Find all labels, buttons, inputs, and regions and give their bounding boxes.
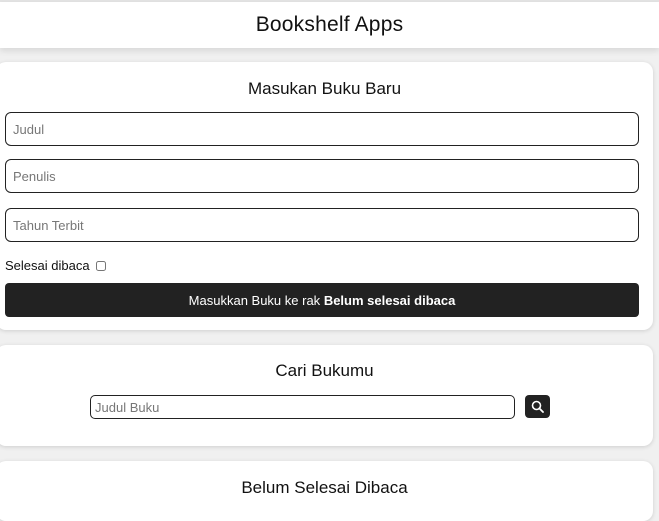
unread-shelf-title: Belum Selesai Dibaca bbox=[241, 478, 408, 497]
submit-book-button[interactable]: Masukkan Buku ke rak Belum selesai dibac… bbox=[5, 283, 639, 317]
author-input[interactable] bbox=[5, 159, 639, 193]
complete-checkbox[interactable] bbox=[95, 260, 106, 271]
search-input[interactable] bbox=[90, 395, 515, 419]
year-input[interactable] bbox=[5, 208, 639, 242]
search-title: Cari Bukumu bbox=[275, 361, 374, 380]
complete-row: Selesai dibaca bbox=[5, 258, 106, 273]
app-header: Bookshelf Apps bbox=[0, 2, 659, 48]
title-input[interactable] bbox=[5, 112, 639, 146]
unread-shelf-card: Belum Selesai Dibaca bbox=[0, 461, 653, 521]
add-book-card: Masukan Buku Baru Selesai dibaca Masukka… bbox=[0, 62, 653, 330]
search-icon bbox=[531, 400, 544, 413]
app-title: Bookshelf Apps bbox=[255, 13, 404, 36]
add-book-title: Masukan Buku Baru bbox=[247, 79, 402, 98]
complete-label: Selesai dibaca bbox=[5, 258, 90, 273]
search-card: Cari Bukumu bbox=[0, 345, 653, 446]
submit-button-shelf: Belum selesai dibaca bbox=[323, 292, 456, 308]
search-button[interactable] bbox=[525, 395, 550, 418]
submit-button-prefix: Masukkan Buku ke rak bbox=[188, 292, 321, 308]
